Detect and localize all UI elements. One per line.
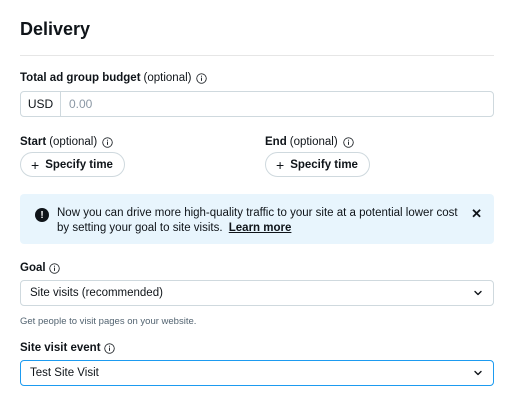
budget-label: Total ad group budget (optional): [20, 72, 208, 84]
info-icon[interactable]: [196, 72, 208, 84]
end-optional-text: (optional): [289, 136, 338, 148]
end-label-text: End: [265, 136, 287, 148]
site-visit-event-select[interactable]: Test Site Visit: [20, 360, 494, 386]
budget-field[interactable]: USD: [20, 91, 494, 117]
budget-label-text: Total ad group budget: [20, 72, 141, 84]
site-visit-event-value: Test Site Visit: [30, 367, 99, 379]
goal-select[interactable]: Site visits (recommended): [20, 280, 494, 306]
learn-more-link[interactable]: Learn more: [229, 222, 292, 234]
plus-icon: +: [31, 156, 40, 173]
site-visit-event-label: Site visit event: [20, 342, 115, 354]
currency-label: USD: [21, 92, 61, 116]
start-button-label: Specify time: [45, 158, 113, 171]
alert-icon: !: [35, 208, 49, 222]
chevron-down-icon: [473, 288, 483, 298]
budget-input[interactable]: [61, 92, 493, 116]
goal-helper-text: Get people to visit pages on your websit…: [20, 316, 197, 327]
section-divider: [20, 55, 494, 56]
info-icon[interactable]: [102, 136, 113, 148]
start-specify-time-button[interactable]: + Specify time: [20, 152, 125, 177]
info-icon[interactable]: [103, 342, 115, 354]
budget-optional-text: (optional): [143, 72, 192, 84]
info-icon[interactable]: [48, 262, 60, 274]
start-label-text: Start: [20, 136, 47, 148]
goal-label: Goal: [20, 262, 60, 274]
start-label: Start (optional): [20, 136, 113, 148]
end-button-label: Specify time: [290, 158, 358, 171]
plus-icon: +: [276, 156, 285, 173]
goal-select-value: Site visits (recommended): [30, 287, 163, 299]
info-banner: ! Now you can drive more high-quality tr…: [20, 194, 494, 244]
goal-label-text: Goal: [20, 262, 46, 274]
banner-message: Now you can drive more high-quality traf…: [57, 206, 467, 236]
chevron-down-icon: [473, 368, 483, 378]
site-visit-event-label-text: Site visit event: [20, 342, 101, 354]
info-icon[interactable]: [343, 136, 354, 148]
end-label: End (optional): [265, 136, 354, 148]
close-icon[interactable]: ✕: [471, 206, 482, 222]
end-specify-time-button[interactable]: + Specify time: [265, 152, 370, 177]
section-title: Delivery: [20, 19, 91, 39]
start-optional-text: (optional): [49, 136, 98, 148]
